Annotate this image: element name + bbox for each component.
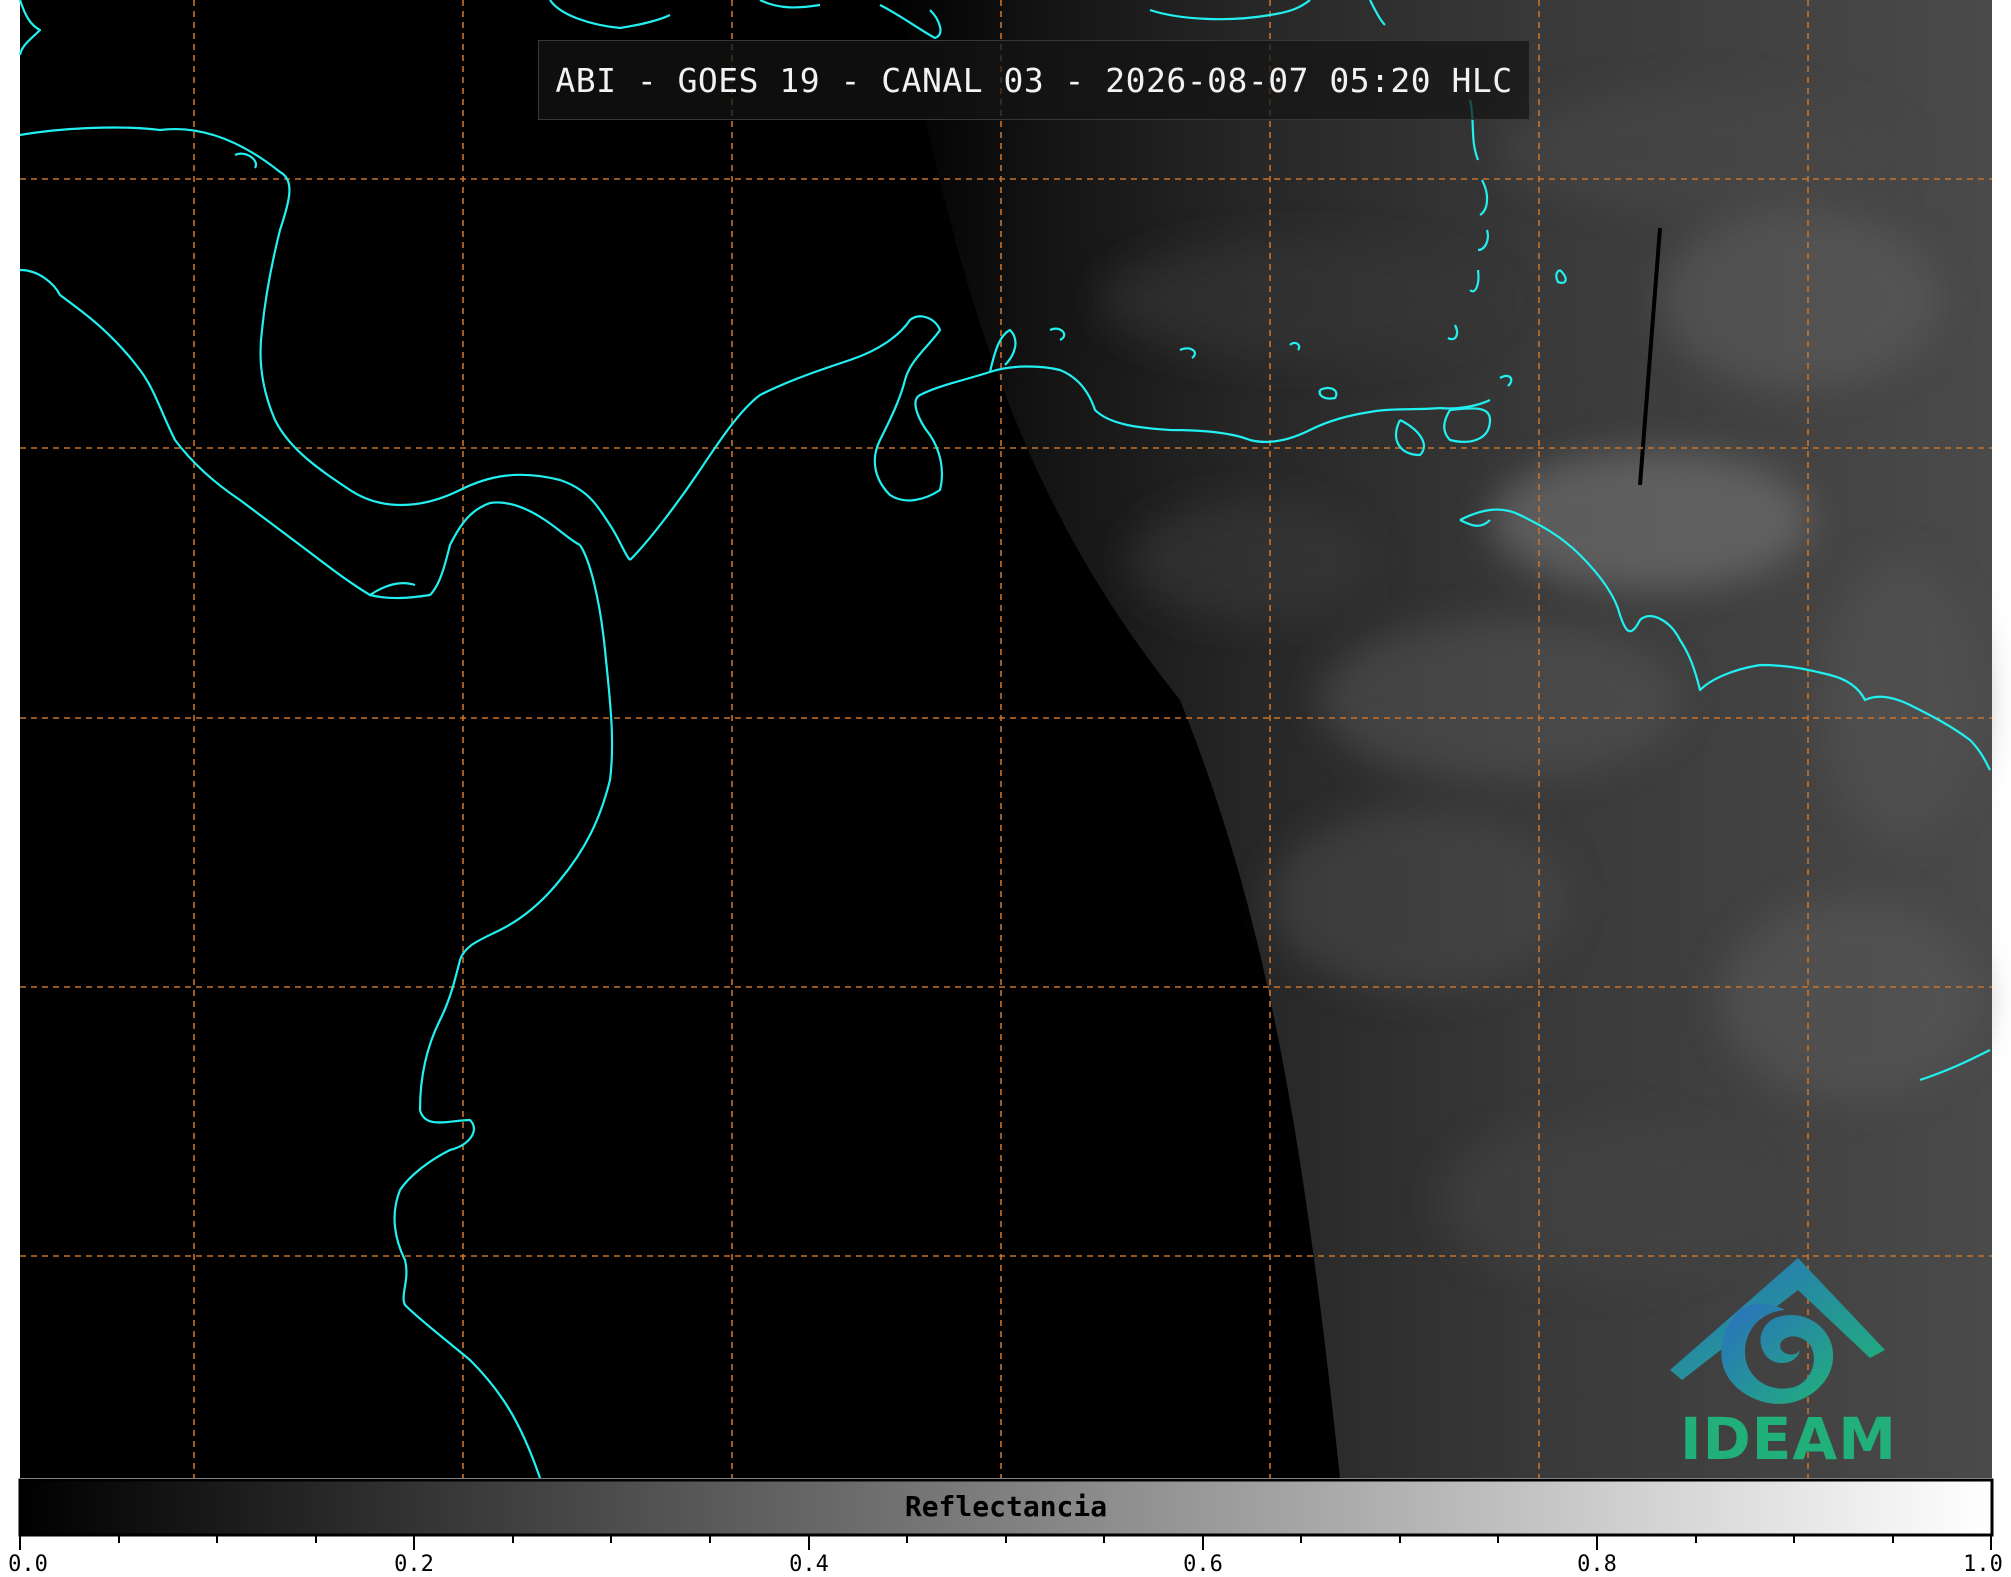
colorbar-tick-5: 1.0 (1963, 1552, 2003, 1577)
map-title: ABI - GOES 19 - CANAL 03 - 2026-08-07 05… (555, 60, 1513, 100)
colorbar-tick-3: 0.6 (1183, 1552, 1223, 1577)
ideam-logo-text: IDEAM (1680, 1405, 1897, 1473)
colorbar-label: Reflectancia (904, 1490, 1108, 1523)
colorbar-tick-2: 0.4 (789, 1552, 829, 1577)
colorbar-tick-4: 0.8 (1577, 1552, 1617, 1577)
title-banner: ABI - GOES 19 - CANAL 03 - 2026-08-07 05… (538, 40, 1530, 120)
satellite-map (18, 0, 1994, 1550)
colorbar-tick-1: 0.2 (394, 1552, 434, 1577)
colorbar-tick-0: 0.0 (8, 1552, 48, 1577)
